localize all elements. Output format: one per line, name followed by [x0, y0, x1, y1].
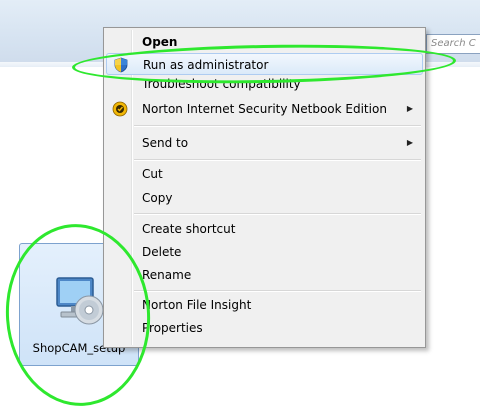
menu-item-run-as-administrator[interactable]: Run as administrator — [106, 53, 423, 75]
menu-item-label: Delete — [142, 245, 182, 259]
search-input[interactable]: Search C — [426, 34, 480, 54]
menu-separator — [134, 213, 421, 215]
menu-separator — [134, 290, 421, 292]
menu-item-label: Norton Internet Security Netbook Edition — [142, 102, 387, 116]
menu-item-troubleshoot-compatibility[interactable]: Troubleshoot compatibility — [106, 73, 423, 95]
menu-item-label: Create shortcut — [142, 222, 236, 236]
menu-item-label: Copy — [142, 191, 173, 205]
menu-item-label: Rename — [142, 268, 192, 282]
menu-item-delete[interactable]: Delete — [106, 241, 423, 263]
menu-separator — [134, 159, 421, 161]
menu-item-create-shortcut[interactable]: Create shortcut — [106, 218, 423, 240]
menu-item-label: Open — [142, 35, 178, 49]
menu-item-open[interactable]: Open — [106, 31, 423, 53]
menu-item-label: Properties — [142, 321, 203, 335]
context-menu: Open Run as administrator Troubleshoot c… — [103, 27, 426, 348]
menu-item-send-to[interactable]: Send to ▶ — [106, 132, 423, 154]
menu-item-label: Troubleshoot compatibility — [142, 77, 301, 91]
submenu-arrow-icon: ▶ — [406, 104, 413, 113]
menu-item-label: Send to — [142, 136, 189, 150]
menu-item-copy[interactable]: Copy — [106, 187, 423, 209]
menu-item-norton-file-insight[interactable]: Norton File Insight — [106, 294, 423, 316]
menu-separator — [134, 125, 421, 127]
menu-item-label: Norton File Insight — [142, 298, 252, 312]
installer-cd-icon — [56, 277, 104, 325]
menu-item-label: Cut — [142, 167, 163, 181]
menu-item-properties[interactable]: Properties — [106, 317, 423, 339]
menu-item-rename[interactable]: Rename — [106, 264, 423, 286]
menu-item-cut[interactable]: Cut — [106, 163, 423, 185]
norton-icon — [112, 101, 128, 117]
menu-item-norton-internet-security[interactable]: Norton Internet Security Netbook Edition… — [106, 98, 423, 120]
uac-shield-icon — [114, 57, 128, 73]
submenu-arrow-icon: ▶ — [406, 138, 413, 147]
